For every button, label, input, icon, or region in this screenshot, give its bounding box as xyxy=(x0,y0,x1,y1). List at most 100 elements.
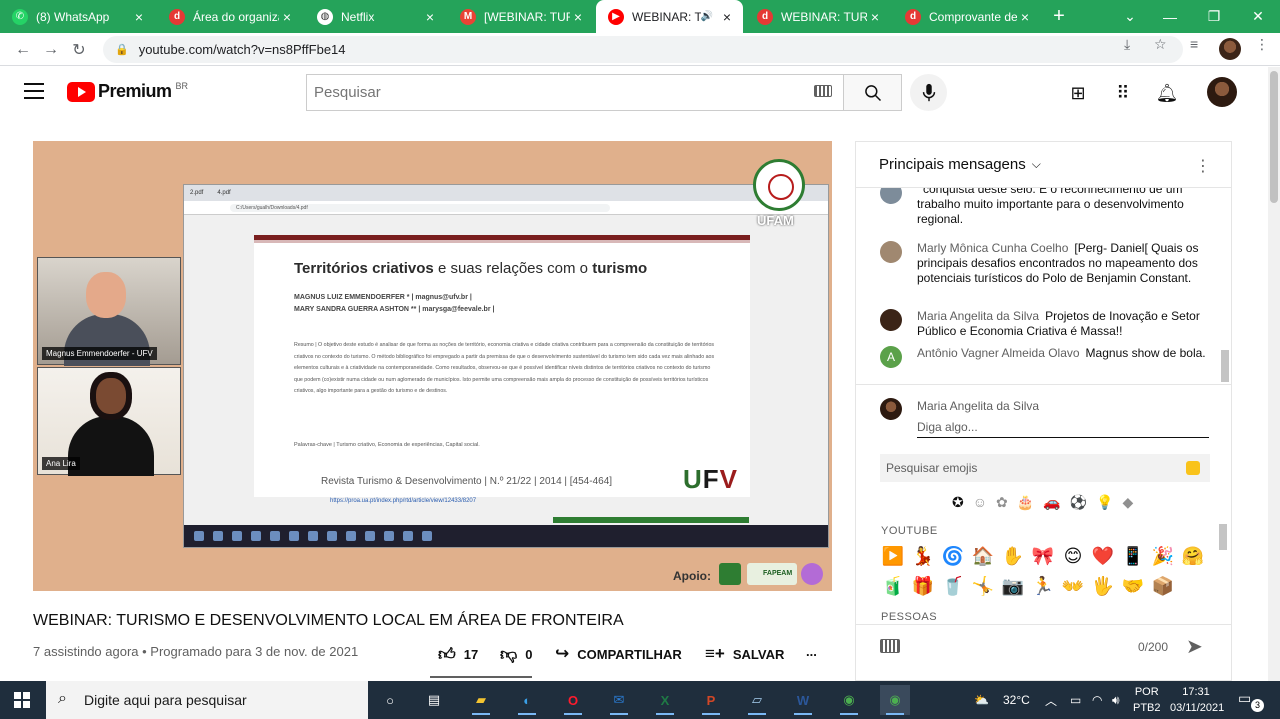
notifications-bell-icon[interactable]: 🔔︎ xyxy=(1154,80,1180,106)
emoji-item[interactable]: 🤸 xyxy=(971,574,995,598)
action-center-icon[interactable]: ▭ 3 xyxy=(1238,690,1264,712)
tab-search-icon[interactable]: ⌄ xyxy=(1110,0,1150,33)
reload-icon[interactable]: ↻ xyxy=(66,37,92,63)
emoji-item[interactable]: 🖐️ xyxy=(1091,574,1115,598)
emoji-scrollbar[interactable] xyxy=(1219,524,1227,550)
emoji-item[interactable]: 🤝 xyxy=(1121,574,1145,598)
close-window-button[interactable]: ✕ xyxy=(1238,0,1278,33)
browser-tab[interactable]: ▶ WEBINAR: TU🔊 × xyxy=(596,0,743,33)
back-icon[interactable]: ← xyxy=(10,37,36,63)
emoji-category-youtube-icon[interactable]: ✪ xyxy=(952,494,964,511)
emoji-item[interactable]: 📷 xyxy=(1001,574,1025,598)
browser-profile-avatar[interactable] xyxy=(1219,38,1241,60)
chrome-icon[interactable]: ◉ xyxy=(834,685,864,715)
restore-button[interactable]: ❐ xyxy=(1194,0,1234,33)
chrome-profile-icon[interactable]: ◉ xyxy=(880,685,910,715)
dislike-button[interactable]: 👎︎ 0 xyxy=(500,644,533,665)
file-explorer-icon[interactable]: ▰ xyxy=(466,685,496,715)
youtube-premium-logo[interactable]: Premium BR xyxy=(67,81,188,102)
like-button[interactable]: 👍︎ 17 xyxy=(438,644,478,665)
taskbar-clock[interactable]: 17:31 03/11/2021 xyxy=(1170,684,1224,716)
send-icon[interactable]: ➤ xyxy=(1186,634,1203,659)
emoji-item[interactable]: 🎀 xyxy=(1031,544,1055,568)
emoji-category-travel-icon[interactable]: 🚗 xyxy=(1043,494,1060,511)
emoji-category-activities-icon[interactable]: ⚽ xyxy=(1070,494,1087,511)
emoji-item[interactable]: 🧃 xyxy=(881,574,905,598)
notepad-icon[interactable]: ▱ xyxy=(742,685,772,715)
forward-icon[interactable]: → xyxy=(38,37,64,63)
page-scrollbar[interactable] xyxy=(1268,67,1280,681)
close-tab-icon[interactable]: × xyxy=(867,9,883,25)
emoji-category-people-icon[interactable]: ☺ xyxy=(973,494,987,511)
excel-icon[interactable]: X xyxy=(650,685,680,715)
menu-icon[interactable] xyxy=(24,83,44,99)
close-tab-icon[interactable]: × xyxy=(279,9,295,25)
emoji-item[interactable]: ▶️ xyxy=(881,544,905,568)
apps-grid-icon[interactable]: ⠿ xyxy=(1110,80,1136,106)
emoji-item[interactable]: 😊 xyxy=(1061,544,1085,568)
emoji-skin-tone-icon[interactable] xyxy=(1186,461,1200,475)
more-actions-button[interactable]: ... xyxy=(806,644,817,659)
keyboard-icon[interactable] xyxy=(814,85,832,97)
emoji-item[interactable]: 🥤 xyxy=(941,574,965,598)
emoji-item[interactable]: ✋ xyxy=(1001,544,1025,568)
minimize-button[interactable]: — xyxy=(1150,0,1190,33)
outlook-icon[interactable]: ✉ xyxy=(604,685,634,715)
share-button[interactable]: ↪ COMPARTILHAR xyxy=(555,644,682,664)
weather-temp[interactable]: 32°C xyxy=(1003,681,1030,719)
save-button[interactable]: ≡+ SALVAR xyxy=(705,644,784,664)
video-player[interactable]: Magnus Emmendoerfer - UFV Ana Lira 2.pdf… xyxy=(33,141,832,591)
tray-chevron-icon[interactable]: ︿ xyxy=(1045,681,1057,719)
close-tab-icon[interactable]: × xyxy=(422,9,438,25)
volume-icon[interactable]: 🔊︎ xyxy=(1112,681,1120,719)
network-icon[interactable]: ▭ xyxy=(1070,681,1081,719)
cortana-icon[interactable]: ○ xyxy=(375,685,405,715)
account-avatar[interactable] xyxy=(1207,77,1237,107)
emoji-item[interactable]: 🏃 xyxy=(1031,574,1055,598)
emoji-category-nature-icon[interactable]: ✿ xyxy=(996,494,1008,511)
emoji-item[interactable]: 🌀 xyxy=(941,544,965,568)
emoji-item[interactable]: 👐 xyxy=(1061,574,1085,598)
emoji-item[interactable]: 🎉 xyxy=(1151,544,1175,568)
new-tab-button[interactable]: + xyxy=(1047,4,1071,28)
browser-tab[interactable]: d Área do organizad× xyxy=(157,0,303,33)
emoji-category-objects-icon[interactable]: 💡 xyxy=(1096,494,1113,511)
close-tab-icon[interactable]: × xyxy=(131,9,147,25)
windows-start-icon[interactable] xyxy=(14,692,30,708)
chat-more-icon[interactable]: ⋮ xyxy=(1195,156,1211,176)
create-video-icon[interactable]: ⊞ xyxy=(1065,80,1091,106)
browser-tab[interactable]: ✆ (8) WhatsApp × xyxy=(0,0,155,33)
edge-icon[interactable]: ◐ xyxy=(512,685,542,715)
emoji-item[interactable]: 🎁 xyxy=(911,574,935,598)
search-input[interactable]: Pesquisar xyxy=(306,74,844,111)
chat-message-input[interactable]: Diga algo... xyxy=(917,418,1209,438)
emoji-item[interactable]: 📱 xyxy=(1121,544,1145,568)
emoji-category-food-icon[interactable]: 🎂 xyxy=(1017,494,1034,511)
close-tab-icon[interactable]: × xyxy=(1017,9,1033,25)
emoji-item[interactable]: 📦 xyxy=(1151,574,1175,598)
install-app-icon[interactable]: ⤓ xyxy=(1124,36,1130,53)
voice-search-button[interactable] xyxy=(910,74,947,111)
emoji-item[interactable]: 🏠 xyxy=(971,544,995,568)
keyboard-icon[interactable] xyxy=(880,639,900,653)
tab-audio-icon[interactable]: 🔊 xyxy=(701,11,713,22)
browser-menu-icon[interactable]: ⋮ xyxy=(1255,36,1269,53)
media-control-icon[interactable]: ≡ xyxy=(1190,36,1198,52)
close-tab-icon[interactable]: × xyxy=(570,9,586,25)
opera-icon[interactable]: O xyxy=(558,685,588,715)
weather-icon[interactable]: ⛅ xyxy=(974,681,989,719)
browser-tab[interactable]: ◍ Netflix × xyxy=(305,0,446,33)
powerpoint-icon[interactable]: P xyxy=(696,685,726,715)
wifi-icon[interactable]: ◠ xyxy=(1092,681,1102,719)
word-icon[interactable]: W xyxy=(788,685,818,715)
input-language[interactable]: POR PTB2 xyxy=(1133,684,1161,716)
bookmark-star-icon[interactable]: ☆ xyxy=(1154,36,1167,53)
browser-tab[interactable]: d Comprovante de × xyxy=(893,0,1041,33)
address-bar[interactable]: 🔒 youtube.com/watch?v=ns8PffFbe14 xyxy=(103,36,1183,63)
chat-scrollbar[interactable] xyxy=(1221,350,1229,382)
emoji-item[interactable]: ❤️ xyxy=(1091,544,1115,568)
browser-tab[interactable]: d WEBINAR: TURIS× xyxy=(745,0,891,33)
emoji-item[interactable]: 🤗 xyxy=(1181,544,1205,568)
taskbar-search-input[interactable]: ⌕ Digite aqui para pesquisar xyxy=(46,681,368,719)
search-button[interactable] xyxy=(843,74,902,111)
